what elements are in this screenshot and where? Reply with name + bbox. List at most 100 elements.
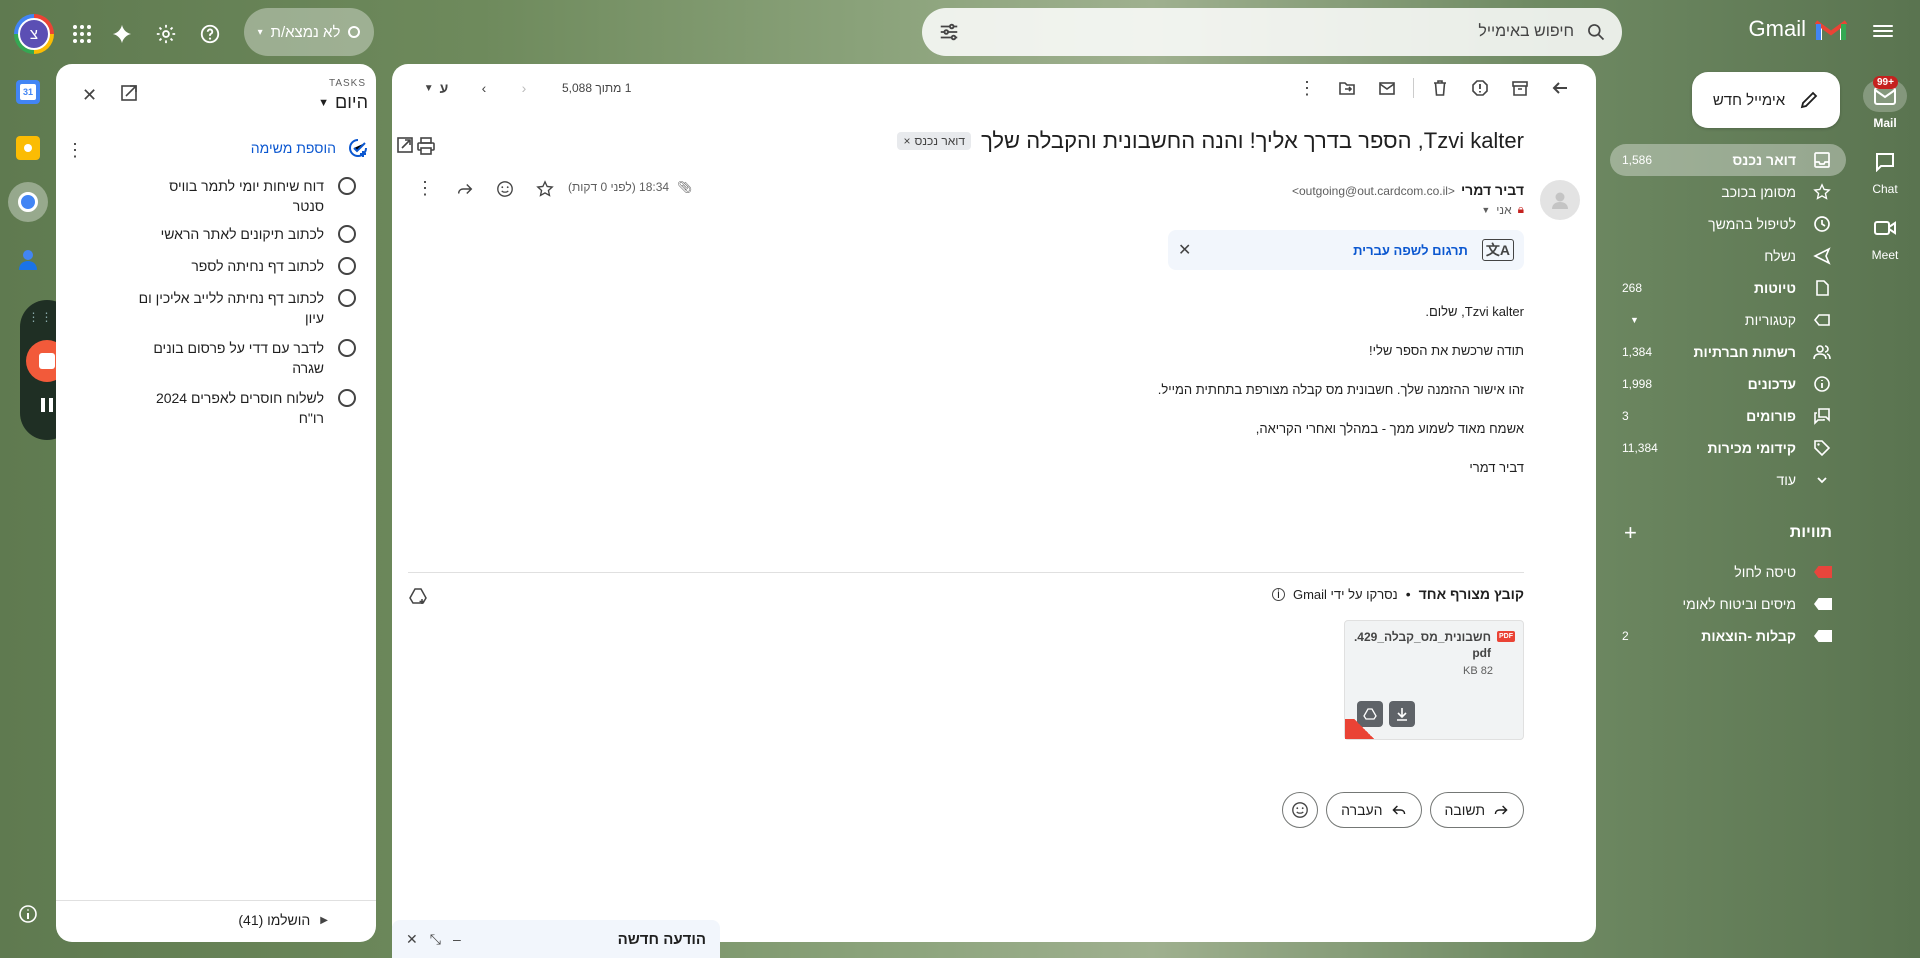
mark-unread-icon[interactable] xyxy=(1367,68,1407,108)
task-checkbox[interactable] xyxy=(338,389,356,407)
task-item[interactable]: לכתוב תיקונים לאתר הראשי xyxy=(86,224,356,244)
task-title[interactable]: דוח שיחות יומי לתמר בוויס סנטר xyxy=(134,176,324,216)
search-icon[interactable] xyxy=(1586,22,1606,42)
nav-item[interactable]: קידומי מכירות 11,384 xyxy=(1610,432,1846,464)
task-title[interactable]: לשלוח חוסרים לאפרים 2024 רו"ח xyxy=(134,388,324,428)
close-icon[interactable]: ✕ xyxy=(82,86,100,104)
chevron-down-icon[interactable]: ▼ xyxy=(1630,315,1639,325)
sender-name[interactable]: דביר דמרי xyxy=(1461,182,1524,198)
nav-count: 1,586 xyxy=(1622,153,1653,167)
nav-item[interactable]: דואר נכנס 1,586 xyxy=(1610,144,1846,176)
search-bar[interactable] xyxy=(922,8,1622,56)
sender-avatar[interactable] xyxy=(1540,180,1580,220)
open-new-window-icon[interactable] xyxy=(397,136,414,157)
rail-chat[interactable]: Chat xyxy=(1850,146,1920,196)
add-task-label: הוספת משימה xyxy=(250,140,336,156)
help-icon[interactable] xyxy=(198,22,222,46)
attachment-card[interactable]: PDF חשבונית_מס_קבלה_429.pdf 82 KB xyxy=(1344,620,1524,740)
search-input[interactable] xyxy=(960,23,1574,41)
nav-item[interactable]: לטיפול בהמשך xyxy=(1610,208,1846,240)
add-to-drive-icon[interactable] xyxy=(408,586,428,609)
completed-toggle[interactable]: ▶ הושלמו (41) xyxy=(68,912,328,928)
reply-icon[interactable] xyxy=(456,180,474,201)
tasks-list-selector[interactable]: היום ▼ xyxy=(318,92,368,113)
rail-mail[interactable]: 99+ Mail xyxy=(1850,76,1920,130)
task-checkbox[interactable] xyxy=(338,289,356,307)
nav-item[interactable]: עדכונים 1,998 xyxy=(1610,368,1846,400)
nav-item[interactable]: עוד xyxy=(1610,464,1846,496)
task-item[interactable]: לכתוב דף נחיתה ללייב אליכין ום עיון xyxy=(86,288,356,328)
compose-button[interactable]: אימייל חדש xyxy=(1692,72,1840,128)
close-icon[interactable]: ✕ xyxy=(406,931,418,948)
star-icon[interactable] xyxy=(536,180,554,201)
details-chevron-icon[interactable]: ▼ xyxy=(1481,205,1490,215)
emoji-react-button[interactable] xyxy=(1282,792,1319,828)
info-icon[interactable] xyxy=(18,904,38,924)
gmail-logo[interactable]: Gmail xyxy=(1749,16,1848,42)
task-checkbox[interactable] xyxy=(338,339,356,357)
nav-item[interactable]: רשתות חברתיות 1,384 xyxy=(1610,336,1846,368)
remove-label-icon[interactable]: × xyxy=(903,134,910,148)
back-button[interactable] xyxy=(1540,68,1580,108)
label-item[interactable]: מיסים וביטוח לאומי xyxy=(1610,588,1846,620)
more-vert-icon[interactable]: ⋮ xyxy=(416,178,434,199)
nav-item[interactable]: פורומים 3 xyxy=(1610,400,1846,432)
task-item[interactable]: לכתוב דף נחיתה לספר xyxy=(86,256,356,276)
task-title[interactable]: לכתוב דף נחיתה לספר xyxy=(134,256,324,276)
delete-icon[interactable] xyxy=(1420,68,1460,108)
unencrypted-icon[interactable]: 🔒︎ xyxy=(1518,202,1524,217)
rail-meet[interactable]: Meet xyxy=(1850,212,1920,262)
download-icon[interactable] xyxy=(1389,701,1415,727)
nav-item[interactable]: נשלח xyxy=(1610,240,1846,272)
minimize-icon[interactable]: ‒ xyxy=(453,931,461,948)
keep-icon[interactable] xyxy=(16,136,40,160)
info-icon[interactable]: i xyxy=(1271,587,1285,601)
input-tools-button[interactable]: ע ▼ xyxy=(408,68,464,108)
forward-button[interactable]: העברה xyxy=(1326,792,1422,828)
reply-button[interactable]: תשובה xyxy=(1429,792,1524,828)
task-checkbox[interactable] xyxy=(338,177,356,195)
gemini-sparkle-icon[interactable] xyxy=(110,22,134,46)
task-checkbox[interactable] xyxy=(338,225,356,243)
translate-link[interactable]: תרגום לשפה עברית xyxy=(1205,243,1468,258)
tasks-app-icon[interactable] xyxy=(8,182,48,222)
account-avatar[interactable]: צ xyxy=(14,14,54,54)
calendar-icon[interactable]: 31 xyxy=(16,80,40,104)
add-task-button[interactable]: הוספת משימה xyxy=(251,138,368,158)
add-label-button[interactable]: + xyxy=(1624,520,1637,546)
label-item[interactable]: קבלות -הוצאות 2 xyxy=(1610,620,1846,652)
settings-gear-icon[interactable] xyxy=(154,22,178,46)
task-title[interactable]: לדבר עם דדי על פרסום בונים שגרה xyxy=(134,338,324,378)
fullscreen-icon[interactable]: ⤡ xyxy=(430,931,441,948)
task-title[interactable]: לכתוב דף נחיתה ללייב אליכין ום עיון xyxy=(134,288,324,328)
status-selector[interactable]: לא נמצא/ת ▾ xyxy=(244,8,374,56)
task-title[interactable]: לכתוב תיקונים לאתר הראשי xyxy=(134,224,324,244)
print-icon[interactable] xyxy=(416,136,440,160)
nav-item[interactable]: טיוטות 268 xyxy=(1610,272,1846,304)
apps-grid-icon[interactable] xyxy=(70,22,94,46)
contacts-icon[interactable] xyxy=(18,248,38,272)
task-item[interactable]: לדבר עם דדי על פרסום בונים שגרה xyxy=(86,338,356,378)
close-icon[interactable]: ✕ xyxy=(1178,240,1191,260)
task-item[interactable]: לשלוח חוסרים לאפרים 2024 רו"ח xyxy=(86,388,356,428)
open-in-new-icon[interactable] xyxy=(120,84,140,104)
task-checkbox[interactable] xyxy=(338,257,356,275)
nav-item[interactable]: מסומן בכוכב xyxy=(1610,176,1846,208)
nav-item[interactable]: קטגוריות ▼ xyxy=(1610,304,1846,336)
newer-button[interactable]: ‹ xyxy=(504,68,544,108)
label-item[interactable]: טיסה לחול xyxy=(1610,556,1846,588)
more-vert-icon[interactable]: ⋮ xyxy=(1287,68,1327,108)
new-message-minimized[interactable]: הודעה חדשה ‒ ⤡ ✕ xyxy=(392,920,720,958)
task-item[interactable]: דוח שיחות יומי לתמר בוויס סנטר xyxy=(86,176,356,216)
mail-toolbar: ⋮ 1 מתוך 5,088 ‹ › ע ▼ xyxy=(392,64,1596,112)
report-spam-icon[interactable] xyxy=(1460,68,1500,108)
more-options-icon[interactable]: ⋮ xyxy=(66,140,84,161)
search-filters-icon[interactable] xyxy=(938,21,960,43)
move-to-icon[interactable] xyxy=(1327,68,1367,108)
emoji-reaction-icon[interactable] xyxy=(496,180,514,201)
subject-row: Tzvi kalter, הספר בדרך אליך! והנה החשבונ… xyxy=(897,128,1524,154)
pause-icon[interactable] xyxy=(41,398,53,412)
inbox-label-chip[interactable]: דואר נכנס × xyxy=(897,132,972,150)
archive-icon[interactable] xyxy=(1500,68,1540,108)
older-button[interactable]: › xyxy=(464,68,504,108)
